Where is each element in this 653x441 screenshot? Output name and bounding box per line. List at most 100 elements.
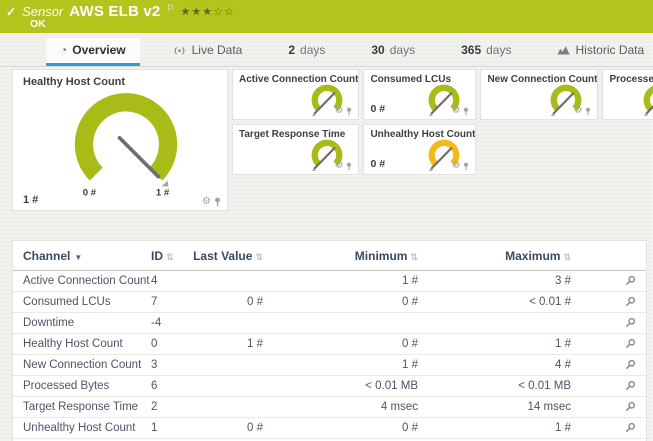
table-row: New Connection Count 3 1 # 4 #: [13, 355, 646, 376]
table-row: Healthy Host Count 0 1 # 0 # 1 #: [13, 334, 646, 355]
gauge-max-marker: [161, 180, 169, 187]
tab-number: 365: [461, 43, 482, 57]
cell-minimum: 4 msec: [380, 401, 418, 413]
tab-historic-data[interactable]: Historic Data: [543, 38, 653, 66]
channel-settings-icon[interactable]: [625, 296, 636, 307]
channel-settings-icon[interactable]: [625, 380, 636, 391]
column-header-last-value[interactable]: Last Value ⇅: [191, 249, 263, 263]
gauge-panel-healthy-host-count: Healthy Host Count 0 # 1 # 1 # ⚙: [12, 69, 228, 211]
sort-icon: ⇅: [410, 252, 418, 262]
cell-channel[interactable]: Active Connection Count: [23, 275, 151, 287]
cell-last-value: 0 #: [247, 296, 263, 308]
cell-channel[interactable]: Consumed LCUs: [23, 296, 151, 308]
channel-settings-icon[interactable]: [625, 401, 636, 412]
cell-channel[interactable]: Healthy Host Count: [23, 338, 151, 350]
pin-icon[interactable]: [214, 197, 221, 207]
channel-settings-icon[interactable]: [625, 338, 636, 349]
column-label: Channel: [23, 249, 71, 263]
gear-icon[interactable]: ⚙: [334, 106, 343, 116]
priority-stars[interactable]: ★★★☆☆: [181, 5, 235, 18]
table-row: Active Connection Count 4 1 # 3 #: [13, 271, 646, 292]
table-row: Processed Bytes 6 < 0.01 MB < 0.01 MB: [13, 376, 646, 397]
gear-icon[interactable]: ⚙: [451, 161, 460, 171]
gear-icon[interactable]: ⚙: [202, 197, 211, 207]
pin-icon[interactable]: [346, 107, 352, 116]
gauge-icon: ◔: [60, 43, 68, 57]
channel-table: Channel ▼ ID ⇅ Last Value ⇅ Minimum ⇅ Maximu…: [12, 240, 647, 441]
table-body: Active Connection Count 4 1 # 3 # Consum…: [13, 271, 646, 439]
gauge-tile: Processed Bytes ⚙: [602, 69, 653, 120]
cell-maximum: 4 #: [555, 359, 571, 371]
column-header-channel[interactable]: Channel ▼: [23, 249, 151, 263]
pin-icon[interactable]: [463, 107, 469, 116]
cell-minimum: 1 #: [402, 359, 418, 371]
channel-settings-icon[interactable]: [625, 422, 636, 433]
cell-minimum: 1 #: [402, 275, 418, 287]
tab-365-days[interactable]: 365 days: [447, 38, 525, 66]
column-header-id[interactable]: ID ⇅: [151, 249, 191, 263]
sort-icon: ⇅: [166, 252, 174, 262]
priority-flag-icon[interactable]: ⚐: [166, 3, 174, 14]
tab-unit: days: [486, 43, 512, 57]
channel-settings-icon[interactable]: [625, 359, 636, 370]
cell-maximum: 14 msec: [527, 401, 571, 413]
cell-channel[interactable]: New Connection Count: [23, 359, 151, 371]
gauge-tile: Consumed LCUs 0 # ⚙: [363, 69, 477, 120]
status-check-icon: ✓: [6, 5, 17, 19]
channel-settings-icon[interactable]: [625, 275, 636, 286]
channel-settings-icon[interactable]: [625, 317, 636, 328]
pin-icon[interactable]: [463, 162, 469, 171]
gear-icon[interactable]: ⚙: [334, 161, 343, 171]
cell-last-value: 0 #: [247, 422, 263, 434]
tab-unit: days: [389, 43, 416, 57]
gauge-dial: [643, 85, 653, 116]
column-label: Maximum: [505, 249, 561, 263]
cell-channel[interactable]: Processed Bytes: [23, 380, 151, 392]
cell-maximum: < 0.01 MB: [518, 380, 571, 392]
cell-id: 0: [151, 338, 158, 350]
pin-icon[interactable]: [585, 107, 591, 116]
page-title: AWS ELB v2: [69, 3, 161, 20]
cell-minimum: 0 #: [402, 422, 418, 434]
cell-channel[interactable]: Unhealthy Host Count: [23, 422, 151, 434]
column-header-maximum[interactable]: Maximum ⇅: [418, 249, 571, 263]
tab-number: 2: [288, 43, 296, 57]
sensor-header-bar: ✓ Sensor AWS ELB v2 ⚐ ★★★☆☆ OK: [0, 0, 653, 33]
tab-number: 30: [371, 43, 385, 57]
gauge-scale-min: 0 #: [83, 188, 97, 199]
pin-icon[interactable]: [346, 162, 352, 171]
gauge-scale-max: 1 #: [156, 188, 170, 199]
gauge-tile: Active Connection Count ⚙: [232, 69, 360, 120]
column-header-minimum[interactable]: Minimum ⇅: [263, 249, 418, 263]
cell-maximum: < 0.01 #: [529, 296, 571, 308]
cell-channel[interactable]: Target Response Time: [23, 401, 151, 413]
table-row: Unhealthy Host Count 1 0 # 0 # 1 #: [13, 418, 646, 439]
gear-icon[interactable]: ⚙: [573, 106, 582, 116]
tab-label: Overview: [72, 43, 126, 57]
cell-minimum: 0 #: [402, 296, 418, 308]
cell-channel[interactable]: Downtime: [23, 317, 151, 329]
cell-id: 2: [151, 401, 158, 413]
chart-icon: [557, 46, 570, 55]
cell-id: 4: [151, 275, 158, 287]
cell-minimum: < 0.01 MB: [365, 380, 418, 392]
gauge-dial: 0 # 1 #: [74, 93, 178, 199]
cell-maximum: 1 #: [555, 338, 571, 350]
gauge-last-value: 0 #: [370, 158, 386, 170]
table-row: Downtime -4: [13, 313, 646, 334]
cell-maximum: 3 #: [555, 275, 571, 287]
gauge-last-value: 1 #: [23, 194, 39, 206]
tab-label: Live Data: [191, 43, 243, 57]
tab-unit: days: [300, 43, 326, 57]
tab-live-data[interactable]: Live Data: [158, 38, 257, 66]
gauge-tile: Unhealthy Host Count 0 # ⚙: [363, 124, 477, 175]
tab-2-days[interactable]: 2 days: [274, 38, 339, 66]
tab-bar: ◔ Overview Live Data 2 days 30 days 365 …: [0, 38, 653, 67]
gauge-tile: Target Response Time ⚙: [232, 124, 360, 175]
cell-id: 7: [151, 296, 158, 308]
sort-desc-icon: ▼: [74, 253, 83, 262]
cell-id: 1: [151, 422, 158, 434]
tab-30-days[interactable]: 30 days: [357, 38, 429, 66]
gear-icon[interactable]: ⚙: [451, 106, 460, 116]
tab-overview[interactable]: ◔ Overview: [46, 38, 140, 66]
